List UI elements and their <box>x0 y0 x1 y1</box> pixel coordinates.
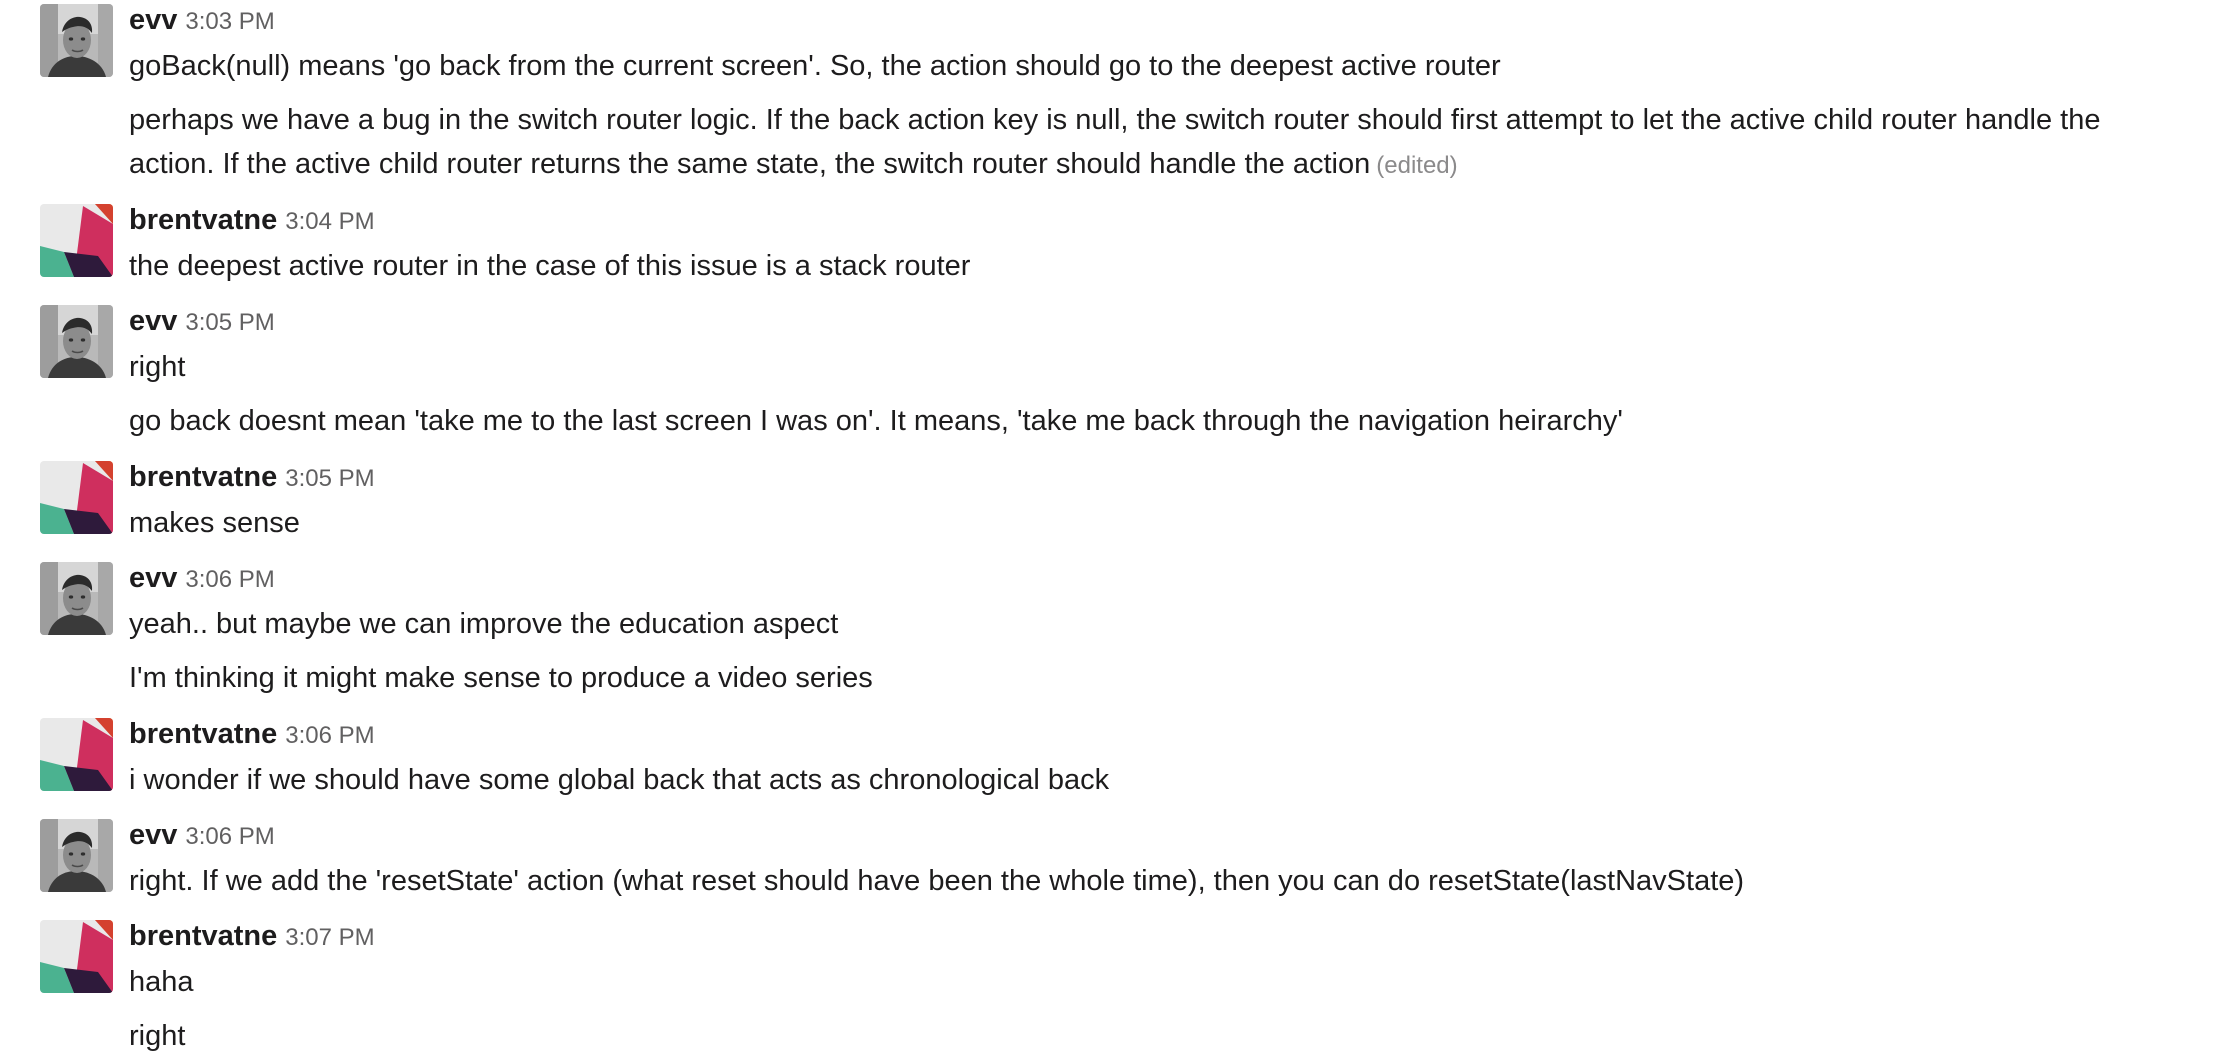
user-photo-icon <box>40 562 113 635</box>
message-header: evv 3:06 PM <box>129 815 275 855</box>
avatar[interactable] <box>40 819 113 892</box>
message-text: go back doesnt mean 'take me to the last… <box>129 405 1623 437</box>
message-header: brentvatne 3:05 PM <box>129 457 375 497</box>
message-text: haha <box>129 966 194 998</box>
edited-label: (edited) <box>1376 152 1458 179</box>
author-name[interactable]: evv <box>129 819 177 851</box>
geometric-logo-icon <box>40 461 113 534</box>
avatar[interactable] <box>40 204 113 277</box>
author-name[interactable]: evv <box>129 305 177 337</box>
message-header: brentvatne 3:07 PM <box>129 916 375 956</box>
message-header: evv 3:05 PM <box>129 301 275 341</box>
message-text: right. If we add the 'resetState' action… <box>129 865 1745 897</box>
message-text: the deepest active router in the case of… <box>129 250 971 282</box>
avatar[interactable] <box>40 4 113 77</box>
author-name[interactable]: brentvatne <box>129 461 277 493</box>
avatar[interactable] <box>40 305 113 378</box>
message-text: action. If the active child router retur… <box>129 148 1371 180</box>
message-text: right <box>129 1020 186 1052</box>
author-name[interactable]: brentvatne <box>129 920 277 952</box>
timestamp[interactable]: 3:03 PM <box>185 8 274 35</box>
message-text: makes sense <box>129 507 300 539</box>
timestamp[interactable]: 3:06 PM <box>285 722 374 749</box>
avatar[interactable] <box>40 920 113 993</box>
author-name[interactable]: brentvatne <box>129 718 277 750</box>
message-header: brentvatne 3:04 PM <box>129 200 375 240</box>
timestamp[interactable]: 3:05 PM <box>185 309 274 336</box>
geometric-logo-icon <box>40 204 113 277</box>
user-photo-icon <box>40 305 113 378</box>
avatar[interactable] <box>40 461 113 534</box>
avatar[interactable] <box>40 562 113 635</box>
message-header: evv 3:03 PM <box>129 0 275 40</box>
message-feed: evv 3:03 PM goBack(null) means 'go back f… <box>0 0 2222 1062</box>
message-header: brentvatne 3:06 PM <box>129 714 375 754</box>
timestamp[interactable]: 3:05 PM <box>285 465 374 492</box>
message-text-with-edit: action. If the active child router retur… <box>129 142 2209 188</box>
avatar[interactable] <box>40 718 113 791</box>
author-name[interactable]: evv <box>129 562 177 594</box>
message-text: goBack(null) means 'go back from the cur… <box>129 50 1501 82</box>
geometric-logo-icon <box>40 920 113 993</box>
author-name[interactable]: evv <box>129 4 177 36</box>
message-text: i wonder if we should have some global b… <box>129 764 1110 796</box>
message-text: perhaps we have a bug in the switch rout… <box>129 104 2101 136</box>
message-text: I'm thinking it might make sense to prod… <box>129 662 873 694</box>
timestamp[interactable]: 3:06 PM <box>185 566 274 593</box>
user-photo-icon <box>40 4 113 77</box>
message-text: right <box>129 351 186 383</box>
user-photo-icon <box>40 819 113 892</box>
timestamp[interactable]: 3:07 PM <box>285 924 374 951</box>
geometric-logo-icon <box>40 718 113 791</box>
timestamp[interactable]: 3:06 PM <box>185 823 274 850</box>
message-text: yeah.. but maybe we can improve the educ… <box>129 608 839 640</box>
timestamp[interactable]: 3:04 PM <box>285 208 374 235</box>
author-name[interactable]: brentvatne <box>129 204 277 236</box>
message-header: evv 3:06 PM <box>129 558 275 598</box>
